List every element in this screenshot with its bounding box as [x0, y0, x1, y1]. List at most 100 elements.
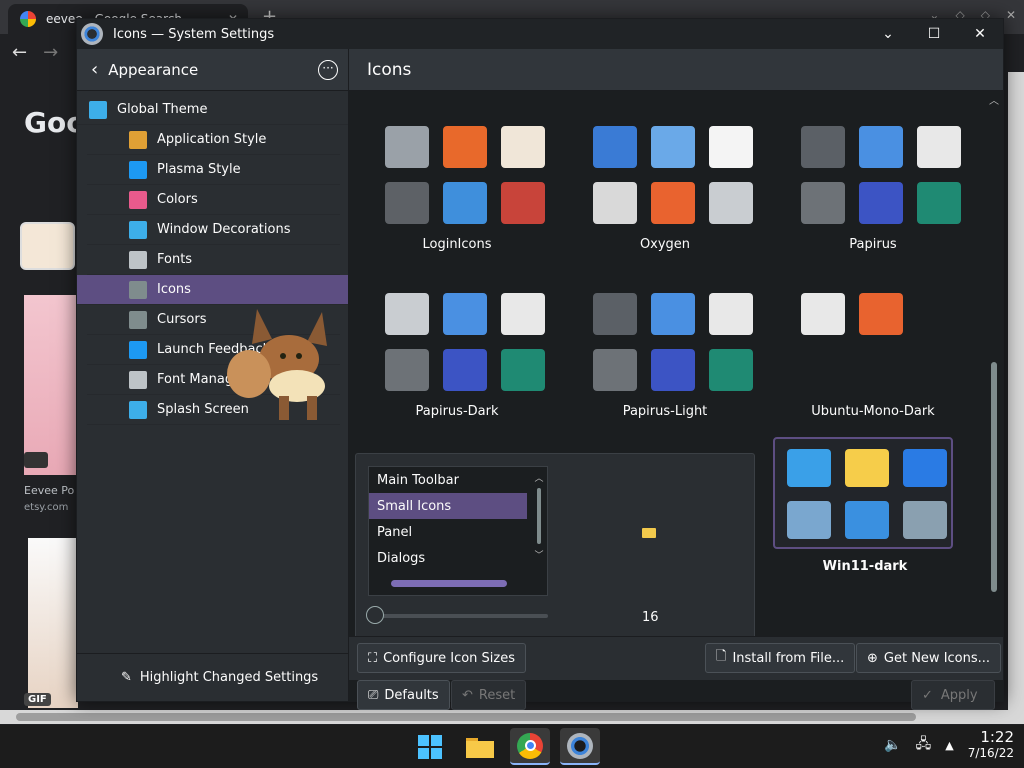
- maximize-icon[interactable]: ☐: [911, 26, 957, 42]
- minimize-icon[interactable]: ⌄: [865, 26, 911, 42]
- reset-button[interactable]: ↶ Reset: [451, 680, 527, 710]
- theme-preview-icon: [651, 126, 695, 168]
- network-icon[interactable]: 🖧: [916, 733, 932, 757]
- cursors-icon: [129, 310, 147, 329]
- close-icon[interactable]: ✕: [957, 26, 1003, 42]
- theme-preview-icon: [593, 349, 637, 391]
- icon-theme-papirus-dark[interactable]: Papirus-Dark: [357, 279, 557, 439]
- icons-page: Icons LoginIcons Oxygen Papirus Papirus-Dar…: [349, 49, 1003, 710]
- forward-arrow-icon[interactable]: →: [43, 42, 58, 63]
- windows-start-icon: [418, 734, 442, 759]
- theme-preview-icon: [801, 293, 845, 335]
- defaults-icon: ⎚: [368, 687, 379, 703]
- system-settings-taskbar-button[interactable]: [560, 728, 600, 765]
- sidebar-item-global-theme[interactable]: Global Theme: [77, 95, 348, 125]
- sidebar-item-colors[interactable]: Colors: [87, 185, 340, 215]
- icon-size-slider[interactable]: [372, 614, 548, 618]
- defaults-button[interactable]: ⎚ Defaults: [357, 680, 450, 710]
- icon-theme-ubuntu-mono-dark[interactable]: Ubuntu-Mono-Dark: [773, 279, 973, 439]
- icon-theme-loginicons[interactable]: LoginIcons: [357, 112, 557, 272]
- theme-preview-icon: [795, 343, 851, 397]
- icon-size-slider-handle[interactable]: [366, 606, 384, 624]
- colors-icon: [129, 190, 147, 209]
- icon-usage-item[interactable]: Main Toolbar: [369, 467, 527, 493]
- theme-preview-icon: [709, 349, 753, 391]
- install-from-file-button[interactable]: 🗋 Install from File...: [705, 643, 856, 673]
- eevee-image-result[interactable]: [28, 538, 78, 708]
- page-title: Icons: [349, 49, 1003, 91]
- file-explorer-button[interactable]: [460, 728, 500, 765]
- theme-preview-icon: [787, 501, 831, 539]
- icon-theme-name: Ubuntu-Mono-Dark: [811, 404, 935, 419]
- apply-button[interactable]: ✓ Apply: [911, 680, 995, 710]
- clock[interactable]: 1:22 7/16/22: [968, 729, 1014, 761]
- sidebar-item-label: Plasma Style: [157, 162, 241, 177]
- theme-preview-icon: [911, 343, 967, 397]
- theme-preview-icon: [593, 293, 637, 335]
- icon-usage-item[interactable]: Panel: [369, 519, 527, 545]
- scroll-up-icon[interactable]: ︿: [533, 471, 545, 484]
- list-scrollbar[interactable]: ︿ ﹀: [533, 471, 545, 571]
- scroll-up-icon[interactable]: ︿: [987, 92, 1001, 107]
- install-from-file-label: Install from File...: [732, 650, 845, 666]
- icon-theme-oxygen[interactable]: Oxygen: [565, 112, 765, 272]
- sidebar-item-icons[interactable]: Icons: [77, 275, 348, 305]
- sidebar-item-window-decorations[interactable]: Window Decorations: [87, 215, 340, 245]
- theme-preview-icon: [801, 126, 845, 168]
- download-icon: ⊕: [867, 650, 878, 666]
- icon-theme-papirus[interactable]: Papirus: [773, 112, 973, 272]
- chevron-up-icon[interactable]: ▲: [945, 739, 953, 752]
- eevee-sprite: [227, 309, 327, 420]
- theme-preview-icon: [651, 182, 695, 224]
- eevee-thumbnail[interactable]: [20, 222, 75, 270]
- more-options-icon[interactable]: ···: [318, 59, 338, 80]
- list-horizontal-scroll-thumb[interactable]: [391, 580, 507, 587]
- sidebar-item-label: Icons: [157, 282, 191, 297]
- icon-usage-list[interactable]: Main Toolbar Small Icons Panel Dialogs ︿ ﹀: [368, 466, 548, 596]
- highlight-changed-settings-button[interactable]: ✎ Highlight Changed Settings: [77, 653, 348, 701]
- scroll-down-icon[interactable]: ﹀: [533, 548, 545, 561]
- theme-preview-icon: [443, 126, 487, 168]
- start-button[interactable]: [410, 728, 450, 765]
- icon-usage-item[interactable]: Small Icons: [369, 493, 527, 519]
- grid-scroll-thumb[interactable]: [991, 362, 997, 592]
- volume-icon[interactable]: 🔈: [884, 737, 901, 753]
- result-caption[interactable]: Eevee Po: [24, 484, 74, 497]
- window-titlebar[interactable]: Icons — System Settings ⌄ ☐ ✕: [77, 19, 1003, 49]
- theme-preview-icon: [859, 182, 903, 224]
- configure-icon-sizes-button[interactable]: ⛶ Configure Icon Sizes: [357, 643, 527, 673]
- sidebar-item-application-style[interactable]: Application Style: [87, 125, 340, 155]
- application-style-icon: [129, 130, 147, 149]
- gear-icon: [567, 732, 593, 759]
- system-tray: 🔈 🖧 ▲ 1:22 7/16/22: [884, 729, 1014, 761]
- theme-preview-icon: [903, 501, 947, 539]
- theme-preview-icon: [651, 293, 695, 335]
- grid-scrollbar[interactable]: ︿: [987, 92, 1001, 614]
- eevee-image-result[interactable]: [24, 295, 78, 475]
- back-arrow-icon[interactable]: ←: [12, 42, 27, 63]
- close-icon[interactable]: ✕: [1006, 8, 1016, 22]
- google-favicon-icon: [20, 11, 36, 27]
- icon-theme-papirus-light[interactable]: Papirus-Light: [565, 279, 765, 439]
- theme-preview-icon: [903, 449, 947, 487]
- icon-usage-item[interactable]: Dialogs: [369, 545, 527, 571]
- chrome-button[interactable]: [510, 728, 550, 765]
- theme-preview-icon: [651, 349, 695, 391]
- undo-icon: ↶: [462, 687, 473, 703]
- browser-vertical-scrollbar[interactable]: [1008, 72, 1024, 712]
- theme-preview-icon: [501, 126, 545, 168]
- sidebar-item-label: Application Style: [157, 132, 267, 147]
- system-settings-window: Icons — System Settings ⌄ ☐ ✕ ‹ Appearan…: [76, 18, 1004, 710]
- font-managem-icon: [129, 370, 147, 389]
- theme-preview-icon: [917, 182, 961, 224]
- sidebar-item-plasma-style[interactable]: Plasma Style: [87, 155, 340, 185]
- icon-theme-win11-dark[interactable]: Win11-dark: [773, 437, 953, 574]
- sidebar-item-fonts[interactable]: Fonts: [87, 245, 340, 275]
- get-new-icons-button[interactable]: ⊕ Get New Icons...: [856, 643, 1002, 673]
- theme-preview-icon: [709, 293, 753, 335]
- list-scroll-thumb[interactable]: [537, 488, 541, 544]
- theme-preview-icon: [501, 349, 545, 391]
- theme-preview-icon: [859, 126, 903, 168]
- sidebar-header: ‹ Appearance ···: [77, 49, 348, 91]
- back-chevron-icon[interactable]: ‹: [91, 59, 98, 80]
